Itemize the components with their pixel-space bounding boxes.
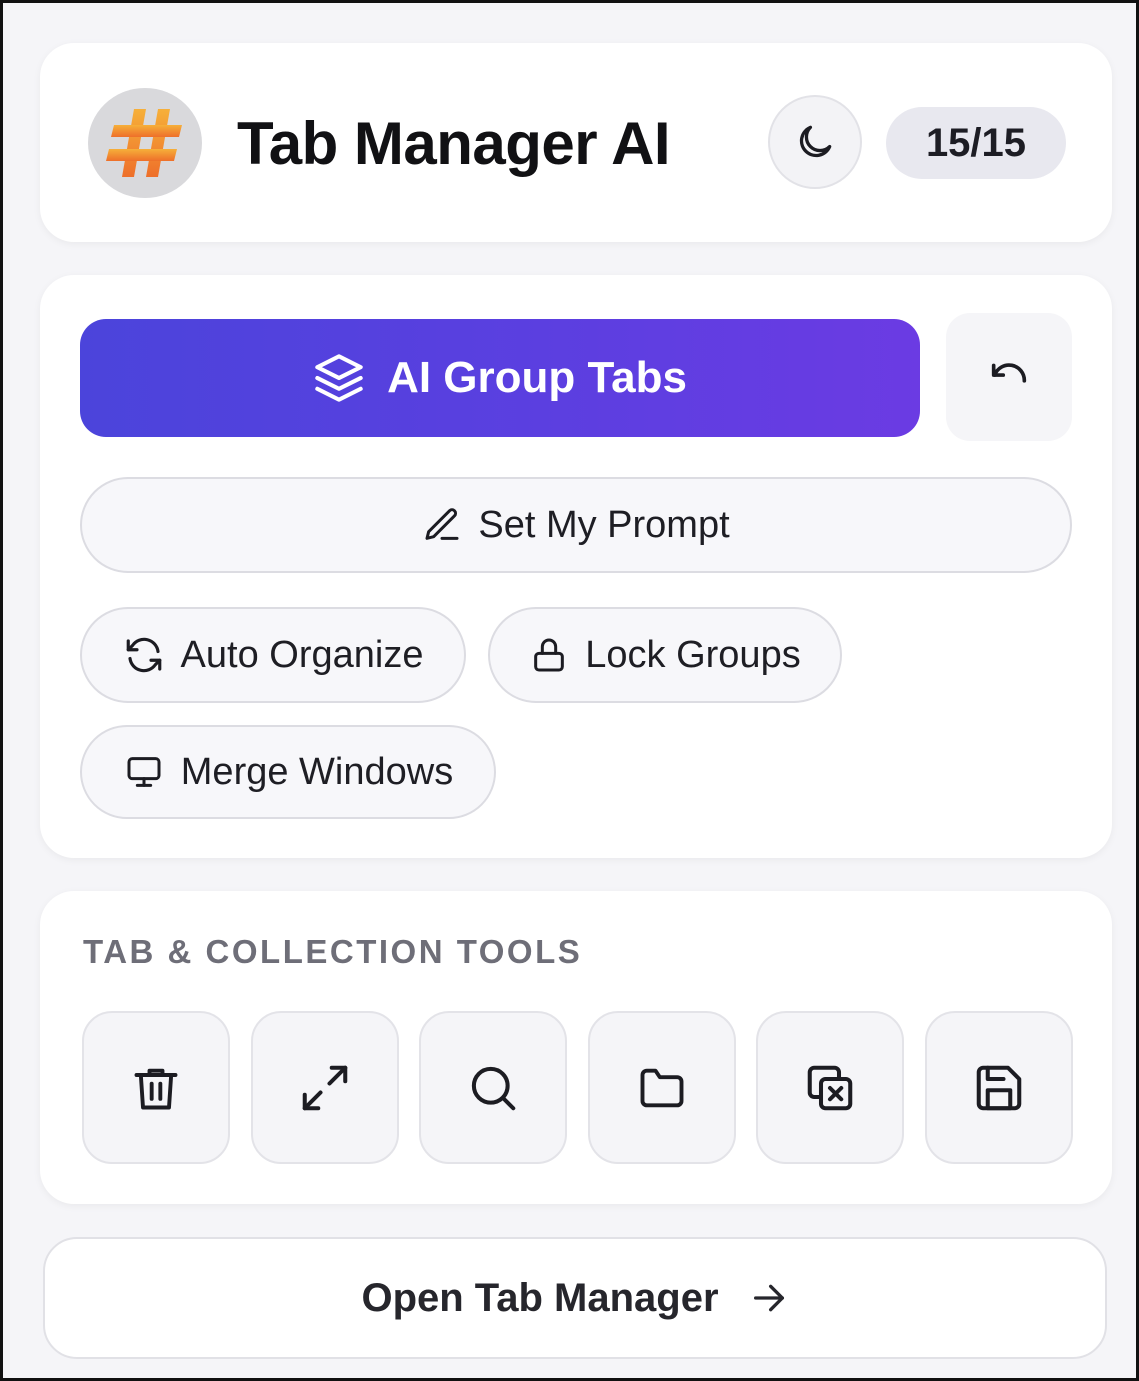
save-icon [972,1061,1026,1115]
monitor-icon [123,752,165,792]
tools-card: TAB & COLLECTION TOOLS [40,891,1112,1204]
popup-window: Tab Manager AI 15/15 AI Group Tabs Set M… [0,0,1139,1381]
set-my-prompt-button[interactable]: Set My Prompt [80,477,1072,573]
close-tabs-button[interactable] [82,1011,230,1164]
search-icon [466,1061,520,1115]
set-my-prompt-label: Set My Prompt [478,503,730,546]
undo-icon [986,354,1032,400]
expand-icon [298,1061,352,1115]
ai-group-tabs-label: AI Group Tabs [387,353,687,402]
close-duplicates-icon [803,1061,857,1115]
pencil-icon [422,505,462,545]
open-tab-manager-label: Open Tab Manager [361,1275,719,1320]
tab-count-badge: 15/15 [886,107,1066,179]
theme-toggle-button[interactable] [768,95,862,189]
auto-organize-label: Auto Organize [180,633,424,676]
actions-card: AI Group Tabs Set My Prompt Auto Organiz… [40,275,1112,858]
hash-logo-icon [106,107,184,179]
tools-heading: TAB & COLLECTION TOOLS [83,933,583,970]
refresh-icon [123,634,165,676]
merge-windows-button[interactable]: Merge Windows [80,725,496,819]
close-duplicates-button[interactable] [756,1011,904,1164]
search-button[interactable] [419,1011,567,1164]
lock-groups-label: Lock Groups [585,633,801,676]
folder-icon [634,1062,690,1114]
lock-icon [529,634,569,676]
app-logo [88,88,202,198]
collections-button[interactable] [588,1011,736,1164]
header-card: Tab Manager AI 15/15 [40,43,1112,242]
moon-icon [793,120,837,164]
arrow-right-icon [749,1278,789,1318]
lock-groups-button[interactable]: Lock Groups [488,607,842,703]
expand-button[interactable] [251,1011,399,1164]
save-session-button[interactable] [925,1011,1073,1164]
merge-windows-label: Merge Windows [180,750,454,793]
undo-button[interactable] [946,313,1072,441]
open-tab-manager-button[interactable]: Open Tab Manager [43,1237,1107,1359]
app-title: Tab Manager AI [237,110,671,177]
layers-icon [313,352,365,404]
ai-group-tabs-button[interactable]: AI Group Tabs [80,319,920,437]
auto-organize-button[interactable]: Auto Organize [80,607,466,703]
trash-icon [130,1062,182,1114]
